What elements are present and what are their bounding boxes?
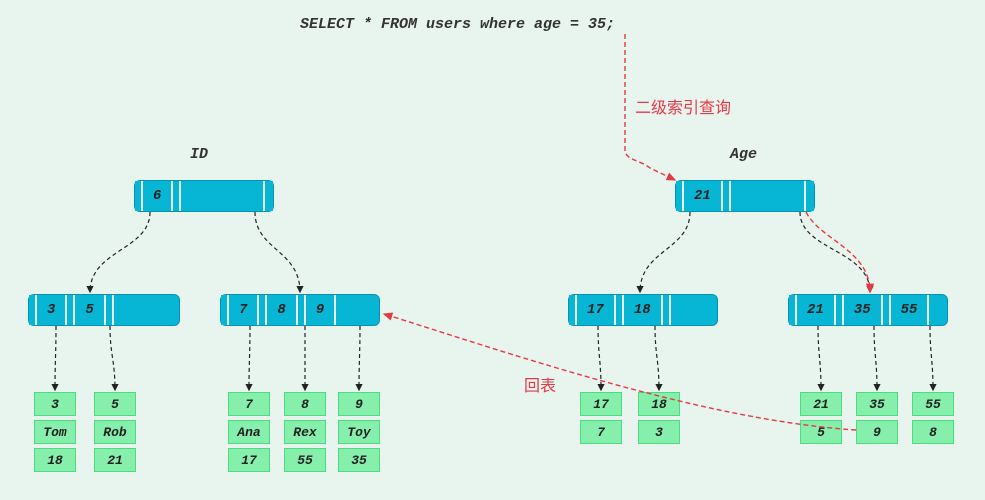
right-leaf3-key: 35 — [856, 392, 898, 416]
sql-query: SELECT * FROM users where age = 35; — [300, 16, 615, 33]
right-leaf0-key: 17 — [580, 392, 622, 416]
left-leaf3-extra: 55 — [284, 448, 326, 472]
right-leaf2-key: 21 — [800, 392, 842, 416]
left-leaf4-key: 9 — [338, 392, 380, 416]
left-leaf2-extra: 17 — [228, 448, 270, 472]
right-child1-k1: 35 — [844, 295, 883, 325]
left-leaf4-name: Toy — [338, 420, 380, 444]
left-leaf1-name: Rob — [94, 420, 136, 444]
right-leaf4-key: 55 — [912, 392, 954, 416]
annotation-back-to-table: 回表 — [524, 372, 556, 396]
left-tree-label: ID — [190, 146, 208, 163]
left-leaf4-extra: 35 — [338, 448, 380, 472]
left-root-node: 6 — [134, 180, 274, 212]
right-root-node: 21 — [675, 180, 815, 212]
annotation-secondary-lookup: 二级索引查询 — [635, 94, 731, 118]
right-leaf4-ptr: 8 — [912, 420, 954, 444]
left-leaf3-name: Rex — [284, 420, 326, 444]
right-child0-k1: 18 — [624, 295, 663, 325]
left-child1-k0: 7 — [229, 295, 259, 325]
right-root-key: 21 — [684, 181, 723, 211]
left-leaf2-name: Ana — [228, 420, 270, 444]
left-child0-k0: 3 — [37, 295, 67, 325]
left-child0-node: 3 5 — [28, 294, 180, 326]
left-child1-k1: 8 — [267, 295, 297, 325]
left-leaf0-key: 3 — [34, 392, 76, 416]
left-leaf3-key: 8 — [284, 392, 326, 416]
right-child0-k0: 17 — [577, 295, 616, 325]
left-child1-node: 7 8 9 — [220, 294, 380, 326]
right-leaf1-ptr: 3 — [638, 420, 680, 444]
left-leaf1-key: 5 — [94, 392, 136, 416]
right-leaf2-ptr: 5 — [800, 420, 842, 444]
right-child1-k0: 21 — [797, 295, 836, 325]
left-leaf0-extra: 18 — [34, 448, 76, 472]
left-root-key: 6 — [143, 181, 173, 211]
right-leaf1-key: 18 — [638, 392, 680, 416]
left-child0-k1: 5 — [75, 295, 105, 325]
right-child0-node: 17 18 — [568, 294, 718, 326]
left-leaf0-name: Tom — [34, 420, 76, 444]
right-leaf3-ptr: 9 — [856, 420, 898, 444]
left-leaf1-extra: 21 — [94, 448, 136, 472]
left-leaf2-key: 7 — [228, 392, 270, 416]
right-leaf0-ptr: 7 — [580, 420, 622, 444]
right-child1-node: 21 35 55 — [788, 294, 948, 326]
left-child1-k2: 9 — [306, 295, 336, 325]
right-child1-k2: 55 — [891, 295, 930, 325]
right-tree-label: Age — [730, 146, 757, 163]
